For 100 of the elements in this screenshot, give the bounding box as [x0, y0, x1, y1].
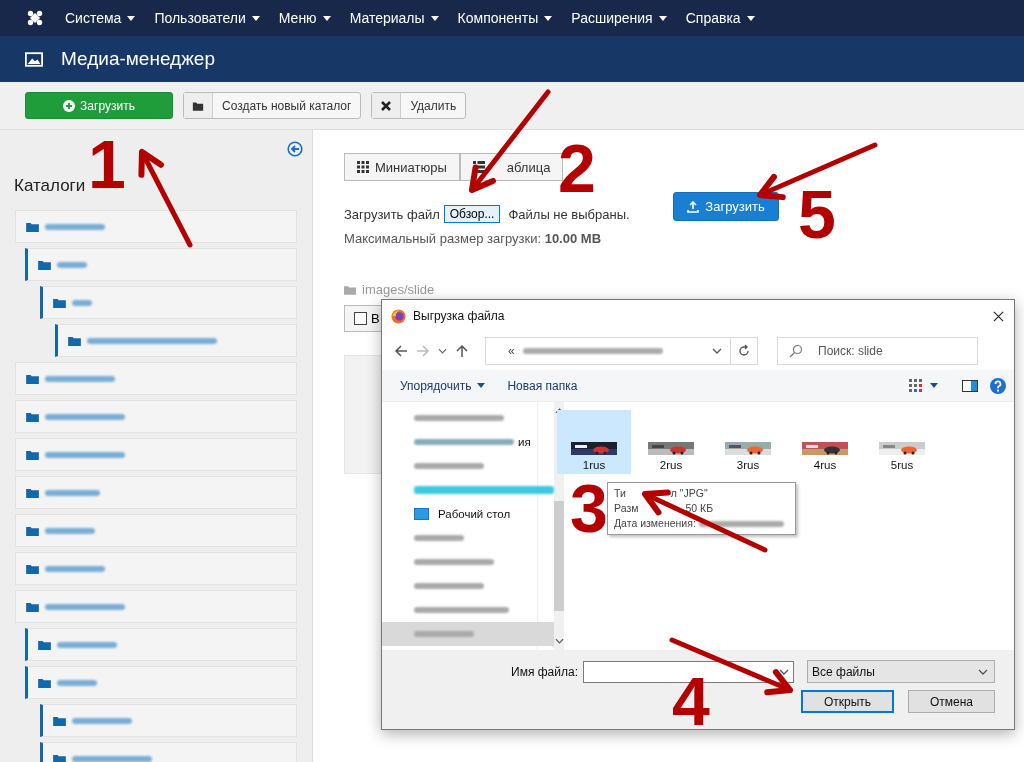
cancel-button[interactable]: Отмена — [908, 690, 995, 713]
folder-icon — [38, 259, 51, 270]
image-icon — [25, 51, 43, 67]
tooltip-text: Ти — [614, 486, 626, 501]
upload-button[interactable]: Загрузить — [673, 192, 779, 221]
back-icon[interactable] — [394, 344, 408, 358]
menu-item[interactable]: Меню — [278, 10, 331, 26]
dialog-title: Выгрузка файла — [413, 309, 505, 323]
caret-icon[interactable] — [930, 383, 938, 388]
tooltip-text: 50 КБ — [685, 501, 714, 516]
blurred-text — [414, 535, 464, 541]
file-name: 1rus — [582, 459, 606, 471]
app-icon — [391, 308, 406, 324]
folder-icon — [38, 639, 51, 650]
browse-button[interactable]: Обзор... — [443, 205, 501, 223]
caret-icon — [544, 15, 553, 21]
menu-item[interactable]: Расширения — [571, 10, 667, 26]
blurred-text — [57, 261, 87, 268]
menu-item[interactable]: Пользователи — [154, 10, 260, 26]
caret-icon — [477, 383, 486, 388]
open-button[interactable]: Открыть — [801, 690, 894, 713]
upload-icon — [687, 200, 700, 213]
folder-icon — [26, 221, 39, 232]
file-name: 4rus — [813, 459, 837, 471]
view-icon[interactable] — [908, 377, 924, 394]
blurred-text — [414, 463, 484, 469]
help-icon[interactable] — [990, 377, 1006, 394]
folder-item[interactable] — [25, 248, 297, 281]
collapse-icon[interactable] — [287, 141, 303, 157]
delete-button[interactable]: Удалить — [371, 92, 467, 119]
folder-item[interactable] — [25, 628, 297, 661]
blurred-text — [45, 489, 100, 496]
tooltip-text: л "JPG" — [670, 486, 708, 501]
folder-icon — [26, 449, 39, 460]
menu-item[interactable]: Материалы — [349, 10, 439, 26]
chevron-icon — [712, 348, 722, 354]
menu-item[interactable]: Система — [65, 10, 136, 26]
list-icon — [472, 161, 485, 173]
new-folder-button[interactable]: Создать новый каталог — [183, 92, 362, 119]
blurred-text — [57, 679, 97, 686]
file-item[interactable]: 2rus — [634, 410, 708, 474]
plus-icon — [63, 99, 76, 112]
organize-button[interactable]: Упорядочить — [400, 378, 486, 393]
pane-icon[interactable] — [962, 377, 978, 394]
close-icon[interactable] — [993, 310, 1004, 322]
blurred-text — [72, 717, 132, 724]
blurred-text — [414, 583, 484, 589]
folder-icon — [53, 753, 66, 762]
folder-item[interactable] — [15, 210, 297, 243]
menu-item[interactable]: Справка — [685, 10, 755, 26]
folder-item[interactable] — [40, 286, 297, 319]
blurred-text — [45, 527, 95, 534]
menu-item[interactable]: Компоненты — [457, 10, 553, 26]
logo-icon[interactable] — [26, 9, 44, 27]
up-icon[interactable] — [455, 344, 469, 358]
folder-item[interactable] — [40, 704, 297, 737]
file-item[interactable]: 4rus — [788, 410, 862, 474]
new-folder-button[interactable]: Новая папка — [507, 378, 578, 393]
search-icon — [789, 344, 803, 358]
folder-icon — [68, 335, 81, 346]
folder-icon — [53, 297, 66, 308]
scroll-down-icon[interactable] — [554, 638, 564, 644]
folder-item[interactable] — [55, 324, 297, 357]
filename-label: Имя файла: — [511, 664, 578, 679]
desktop-icon — [414, 508, 429, 520]
annotation-number: 1 — [88, 126, 126, 202]
blurred-text — [72, 299, 92, 306]
caret-icon[interactable] — [438, 348, 447, 354]
chevron-icon — [978, 668, 988, 675]
file-item[interactable]: 3rus — [711, 410, 785, 474]
folder-icon — [26, 601, 39, 612]
nav-item[interactable]: ия — [382, 430, 554, 454]
grid-icon — [357, 161, 369, 173]
caret-icon — [430, 15, 439, 21]
caret-icon — [251, 15, 260, 21]
checkbox[interactable] — [354, 312, 367, 325]
nav-label: ия — [518, 436, 531, 448]
folder-icon — [26, 563, 39, 574]
thumbnails-button[interactable]: Миниатюры — [344, 153, 460, 181]
folder-icon — [53, 715, 66, 726]
upload-button[interactable]: Загрузить — [25, 92, 173, 119]
caret-icon — [322, 15, 331, 21]
file-item[interactable]: 1rus — [557, 410, 631, 474]
nav-label: Рабочий стол — [438, 508, 511, 520]
blurred-text — [45, 375, 115, 382]
close-icon — [380, 99, 393, 112]
file-type-select[interactable]: Все файлы — [807, 660, 995, 683]
file-item[interactable]: 5rus — [865, 410, 939, 474]
tooltip-text: Разм — [614, 501, 639, 516]
address-bar[interactable]: « — [485, 337, 758, 365]
blurred-text — [414, 631, 474, 637]
file-name: 2rus — [659, 459, 683, 471]
sidebar-title: Каталоги — [14, 176, 87, 196]
nav-item[interactable]: Рабочий стол — [382, 502, 554, 526]
chevron-icon[interactable] — [779, 668, 789, 675]
page-title: Медиа-менеджер — [61, 48, 215, 70]
folder-item[interactable] — [25, 666, 297, 699]
folder-icon — [26, 373, 39, 384]
refresh-icon[interactable] — [737, 344, 751, 358]
search-field[interactable]: Поиск: slide — [777, 337, 978, 365]
